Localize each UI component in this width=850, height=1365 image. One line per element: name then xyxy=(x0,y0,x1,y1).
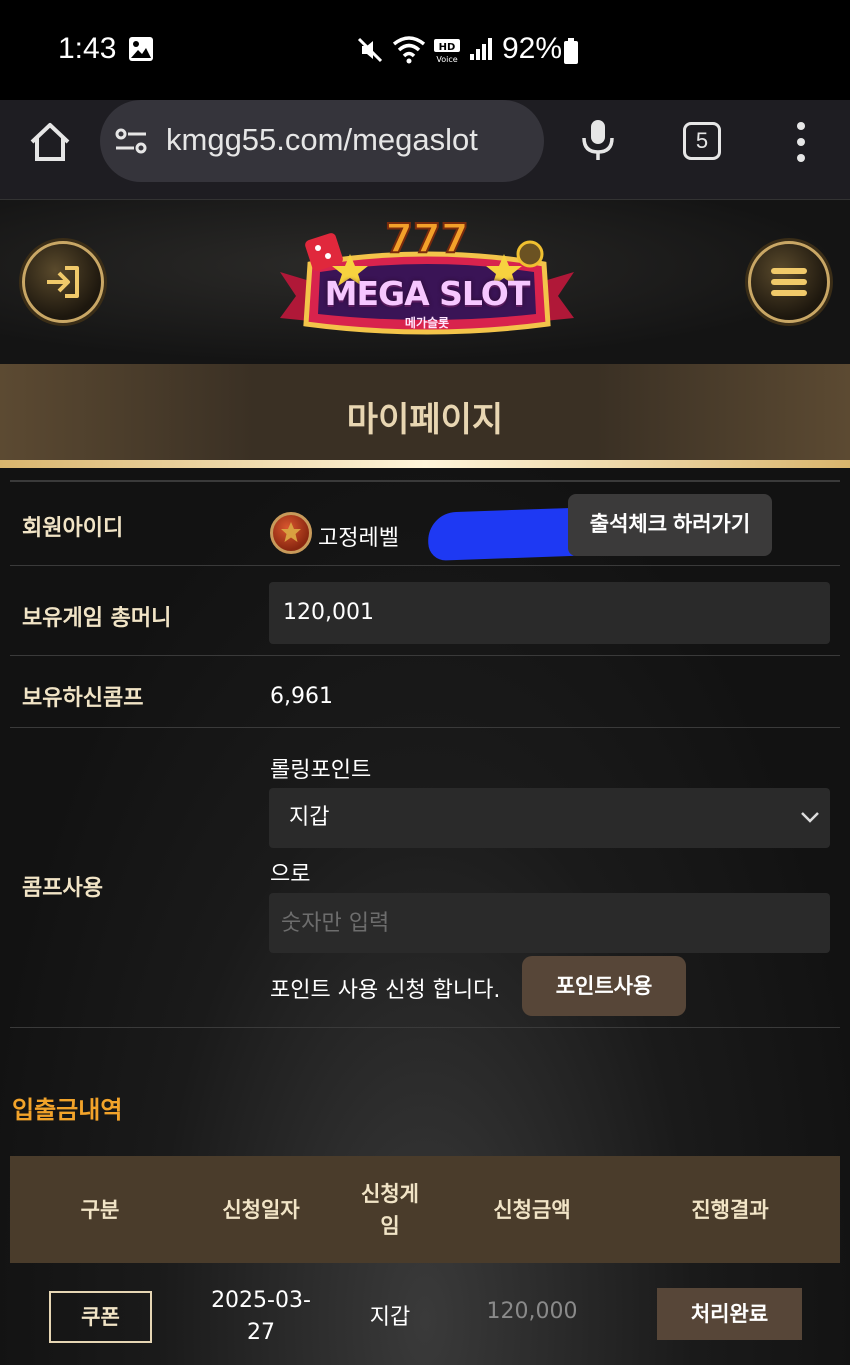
logo-subtitle: 메가슬롯 xyxy=(404,316,450,330)
point-use-note: 포인트 사용 신청 합니다. xyxy=(270,978,501,1003)
battery-level: 92% xyxy=(502,32,563,65)
comp-use-label: 콤프사용 xyxy=(22,876,103,901)
level-badge-icon xyxy=(270,512,312,554)
row-type-badge: 쿠폰 xyxy=(49,1291,152,1343)
svg-text:HD: HD xyxy=(439,42,456,53)
member-level: 고정레벨 xyxy=(318,526,399,551)
mic-icon[interactable] xyxy=(580,118,616,162)
status-bar: 1:43 HD Voice 92% xyxy=(0,0,850,100)
menu-button[interactable] xyxy=(748,241,830,323)
member-id-label: 회원아이디 xyxy=(22,516,124,541)
wallet-select-value: 지갑 xyxy=(289,805,330,830)
star-icon xyxy=(281,522,301,542)
browser-toolbar: kmgg55.com/megaslot 5 xyxy=(0,100,850,200)
address-bar[interactable]: kmgg55.com/megaslot xyxy=(100,100,544,182)
url-text[interactable]: kmgg55.com/megaslot xyxy=(166,122,478,158)
mute-icon xyxy=(357,37,383,63)
mypage-content: 회원아이디 고정레벨 출석체크 하러가기 보유게임 총머니 120,001 보유… xyxy=(0,468,850,1365)
total-money-label: 보유게임 총머니 xyxy=(22,606,172,631)
page-title: 마이페이지 xyxy=(346,400,504,440)
point-use-button[interactable]: 포인트사용 xyxy=(522,956,686,1016)
title-divider xyxy=(0,460,850,468)
history-table-header: 구분 신청일자 신청게 임 신청금액 진행결과 xyxy=(10,1156,840,1263)
site-info-icon[interactable] xyxy=(114,126,148,156)
site-header: 777 MEGA SLOT 메가슬롯 xyxy=(0,200,850,364)
more-icon[interactable] xyxy=(790,120,812,164)
column-result: 진행결과 xyxy=(691,1197,769,1222)
signal-icon xyxy=(470,38,492,60)
attendance-check-button[interactable]: 출석체크 하러가기 xyxy=(568,494,772,556)
column-amount: 신청금액 xyxy=(493,1197,571,1222)
svg-text:Voice: Voice xyxy=(436,55,457,64)
to-label: 으로 xyxy=(270,862,311,887)
tabs-button[interactable]: 5 xyxy=(683,122,721,160)
point-amount-input[interactable] xyxy=(269,893,830,953)
comp-value: 6,961 xyxy=(270,684,333,709)
row-game: 지갑 xyxy=(369,1305,411,1330)
row-amount: 120,000 xyxy=(486,1299,578,1324)
site-logo[interactable]: 777 MEGA SLOT 메가슬롯 xyxy=(280,214,574,350)
table-row: 쿠폰 2025-03- 27 지갑 120,000 처리완료 xyxy=(10,1263,840,1365)
column-game: 신청게 임 xyxy=(361,1181,419,1238)
hd-voice-icon: HD Voice xyxy=(434,39,460,64)
member-id-row: 회원아이디 고정레벨 출석체크 하러가기 xyxy=(10,480,840,566)
comp-row: 보유하신콤프 6,961 xyxy=(10,656,840,728)
menu-icon xyxy=(771,268,807,296)
total-money-value: 120,001 xyxy=(269,582,830,644)
logo-text: MEGA SLOT xyxy=(324,274,531,313)
chevron-down-icon xyxy=(801,812,819,823)
rolling-point-label: 롤링포인트 xyxy=(270,758,372,783)
login-icon xyxy=(47,266,79,298)
total-money-row: 보유게임 총머니 120,001 xyxy=(10,566,840,656)
gallery-icon xyxy=(129,37,153,61)
status-time: 1:43 xyxy=(58,32,117,65)
battery-icon xyxy=(564,38,578,64)
home-icon[interactable] xyxy=(28,120,72,164)
row-date: 2025-03- 27 xyxy=(211,1288,311,1345)
wallet-select[interactable]: 지갑 xyxy=(269,788,830,848)
column-date: 신청일자 xyxy=(222,1197,300,1222)
row-status-badge: 처리완료 xyxy=(657,1288,802,1340)
wifi-icon xyxy=(392,36,426,64)
comp-use-row: 콤프사용 롤링포인트 지갑 으로 포인트 사용 신청 합니다. 포인트사용 xyxy=(10,728,840,1028)
page-title-bar: 마이페이지 xyxy=(0,364,850,460)
column-type: 구분 xyxy=(80,1197,120,1222)
login-button[interactable] xyxy=(22,241,104,323)
svg-text:777: 777 xyxy=(385,216,469,262)
history-title: 입출금내역 xyxy=(12,1096,123,1124)
comp-label: 보유하신콤프 xyxy=(22,686,144,711)
